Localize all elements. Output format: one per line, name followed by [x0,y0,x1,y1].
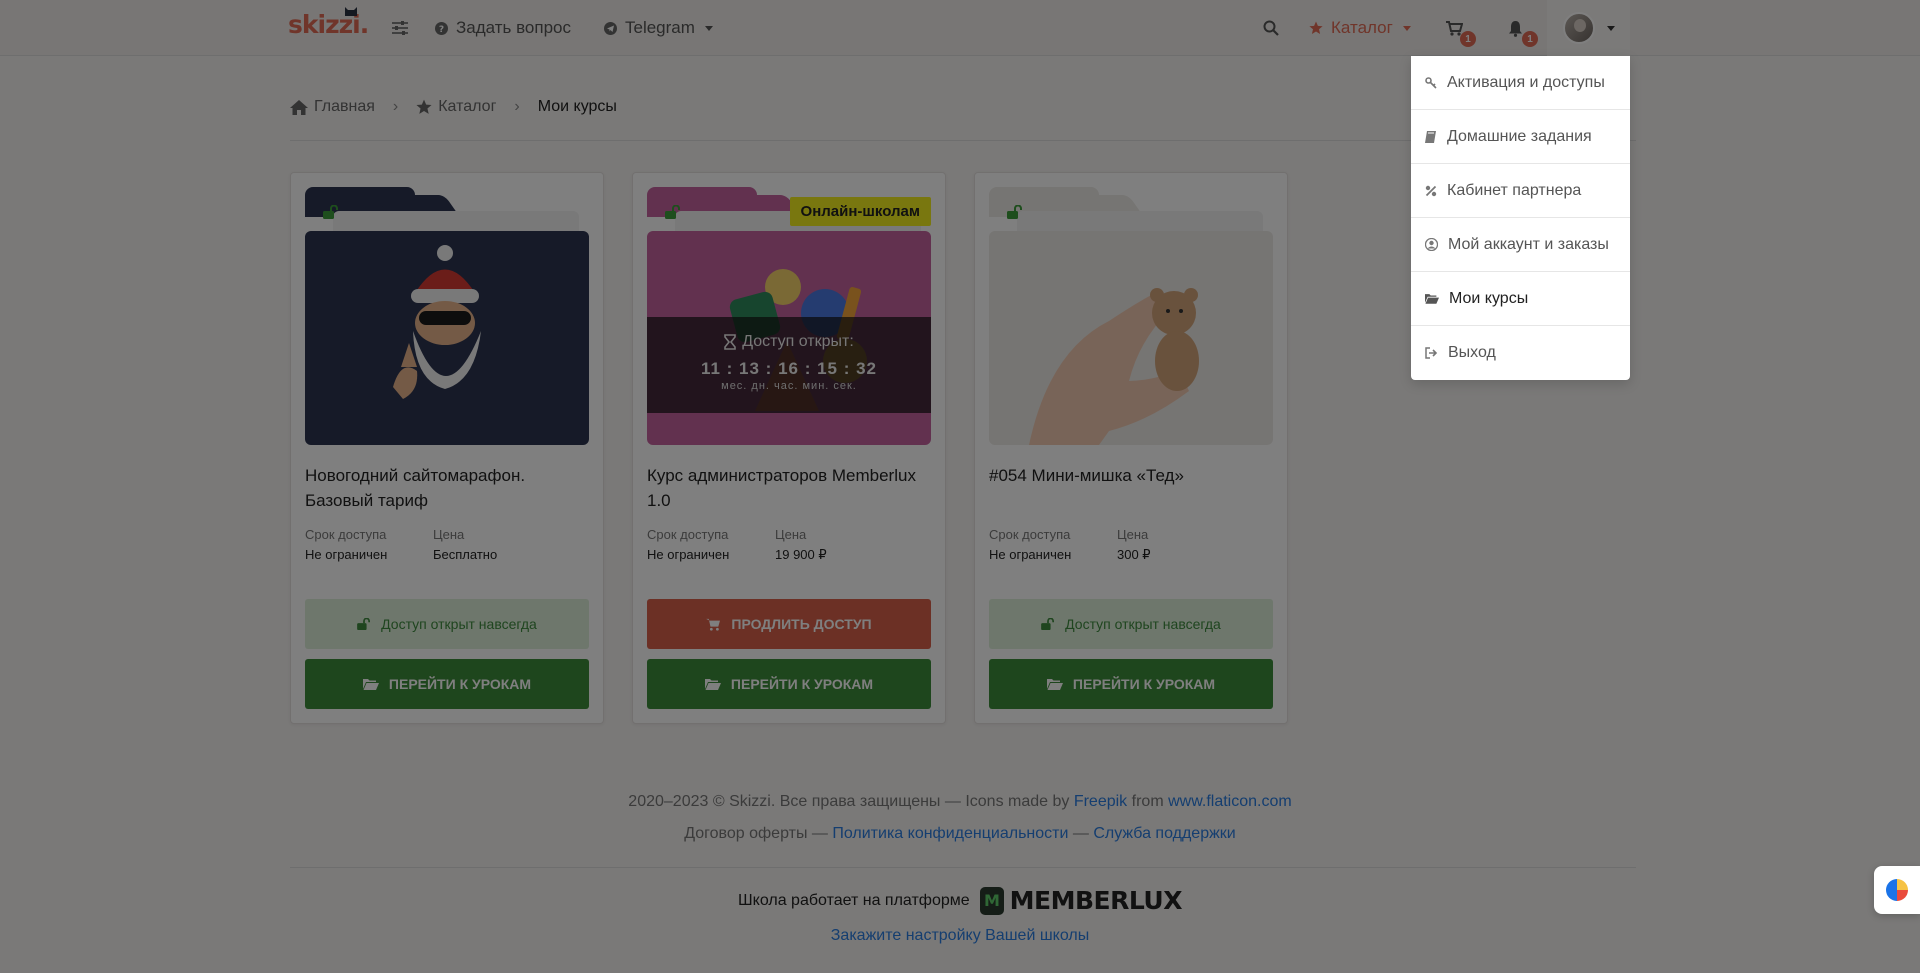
user-dropdown-menu: Активация и доступы Домашние задания Каб… [1411,56,1630,380]
folder-open-icon [1425,294,1439,304]
menu-item-homework[interactable]: Домашние задания [1411,110,1630,164]
menu-item-logout[interactable]: Выход [1411,326,1630,380]
menu-item-label: Выход [1448,344,1496,361]
menu-item-label: Кабинет партнера [1447,181,1582,199]
menu-item-partner[interactable]: Кабинет партнера [1411,164,1630,218]
user-circle-icon [1425,238,1438,251]
chat-widget-button[interactable] [1874,866,1920,914]
menu-item-activation[interactable]: Активация и доступы [1411,56,1630,110]
menu-item-label: Мои курсы [1449,289,1529,307]
menu-item-account[interactable]: Мой аккаунт и заказы [1411,218,1630,272]
modal-backdrop[interactable] [0,0,1920,973]
percent-icon [1425,185,1437,196]
menu-item-label: Мой аккаунт и заказы [1448,235,1609,253]
menu-item-my-courses[interactable]: Мои курсы [1411,272,1630,326]
sign-out-icon [1425,347,1438,359]
menu-item-label: Домашние задания [1447,127,1592,145]
menu-item-label: Активация и доступы [1447,73,1605,91]
chat-icon [1886,879,1908,901]
book-icon [1425,130,1436,143]
key-icon [1425,76,1437,89]
